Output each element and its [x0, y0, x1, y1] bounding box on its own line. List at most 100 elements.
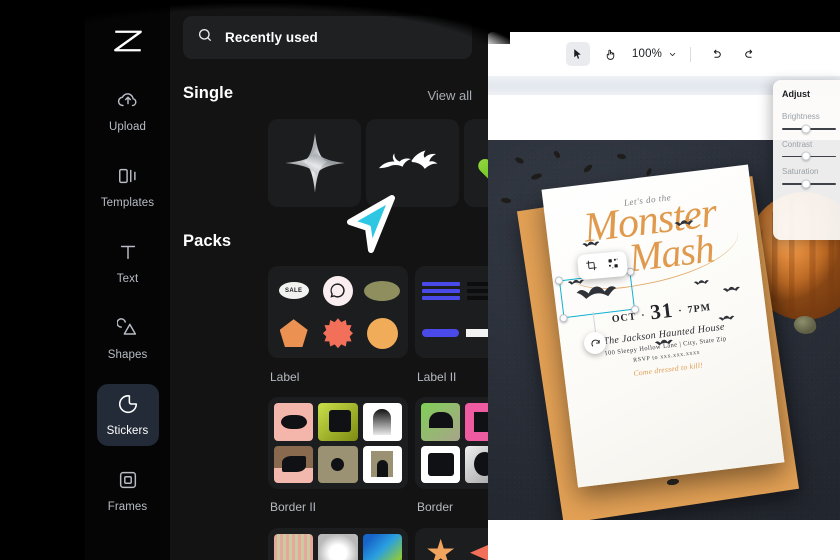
pack-thumb: [465, 445, 488, 483]
pack-thumb: [465, 403, 488, 441]
single-section-title: Single: [183, 84, 234, 102]
pack-thumb: [421, 272, 460, 310]
pack-thumb: [421, 403, 461, 441]
sidebar-item-label: Text: [116, 273, 139, 285]
adjust-panel-title: Adjust: [782, 89, 810, 99]
packs-section-header: Packs: [183, 232, 472, 251]
mouse-cursor: [340, 188, 404, 265]
pack-thumb: [318, 403, 358, 441]
sidebar-item-upload[interactable]: Upload: [97, 80, 159, 142]
hand-pan-icon[interactable]: [599, 42, 623, 66]
card-date-day: 31: [648, 297, 675, 324]
sidebar-item-frames[interactable]: Frames: [97, 460, 159, 522]
pack-thumb: [421, 315, 460, 353]
resize-handle-top-left[interactable]: [554, 276, 564, 285]
redo-icon[interactable]: [737, 42, 761, 66]
saturation-slider[interactable]: [782, 179, 836, 189]
text-icon: [117, 241, 139, 268]
shapes-icon: [115, 317, 139, 344]
pack-pattern[interactable]: [268, 528, 408, 560]
saturation-knob[interactable]: [801, 179, 811, 189]
search-input-value: Recently used: [225, 30, 318, 45]
pack-label-ii-title: Label II: [417, 370, 457, 384]
saturation-label: Saturation: [782, 167, 819, 176]
pack-thumb: [421, 445, 461, 483]
sidebar-item-label: Stickers: [106, 425, 149, 437]
brightness-slider-row: Brightness: [782, 112, 836, 134]
capcut-logo-icon[interactable]: [105, 18, 151, 64]
checkmark-icon: [477, 159, 488, 179]
pack-thumb: [363, 272, 402, 310]
cursor-select-icon[interactable]: [565, 42, 590, 66]
pack-thumb: [318, 534, 358, 560]
pack-thumb: [362, 445, 402, 483]
green-check-sticker[interactable]: [464, 119, 488, 207]
cloud-upload-icon: [117, 89, 139, 116]
pack-thumb: [318, 315, 357, 353]
search-input[interactable]: Recently used: [183, 16, 472, 59]
contrast-slider-row: Contrast: [782, 140, 836, 161]
frames-icon: [117, 469, 139, 496]
pack-label-ii[interactable]: ›: [415, 266, 488, 358]
pack-thumb: [421, 534, 460, 560]
adjust-panel[interactable]: Adjust Brightness Contrast Saturation: [773, 80, 840, 240]
undo-icon[interactable]: [704, 42, 728, 66]
pack-shapes[interactable]: [415, 528, 488, 560]
sidebar-item-label: Upload: [108, 121, 147, 133]
rotate-icon[interactable]: [584, 332, 606, 354]
screen: 100% Let's do the Monster Mash OCT · 31 …: [0, 0, 840, 560]
pack-border-ii[interactable]: [268, 397, 408, 489]
pack-thumb: SALE: [274, 272, 313, 310]
sidebar-item-stickers[interactable]: Stickers: [96, 384, 159, 446]
pack-border-title: Border: [417, 500, 454, 514]
selected-bat-sticker: [573, 282, 621, 308]
pack-border[interactable]: [415, 397, 488, 489]
four-point-star-icon: [284, 133, 345, 193]
element-quick-toolbar[interactable]: [577, 250, 628, 281]
pack-thumb: [465, 272, 488, 310]
pack-thumb: [465, 534, 488, 560]
contrast-knob[interactable]: [801, 151, 811, 161]
left-edge-mask: [0, 0, 92, 560]
pack-thumb: [274, 534, 314, 560]
card-date-sep1: ·: [640, 309, 647, 322]
sidebar-item-shapes[interactable]: Shapes: [97, 308, 159, 370]
pack-thumb: [363, 315, 402, 353]
brightness-knob[interactable]: [801, 124, 811, 134]
left-nav-rail: Upload Templates Text Shapes Stickers Fr…: [85, 0, 170, 560]
pack-border-ii-title: Border II: [270, 500, 317, 514]
brightness-label: Brightness: [782, 112, 820, 121]
templates-icon: [117, 165, 139, 192]
single-section-header: Single View all: [183, 84, 472, 103]
zoom-level-label: 100%: [631, 48, 663, 60]
packs-section-title: Packs: [183, 232, 232, 250]
pack-thumb: [465, 315, 488, 353]
pack-thumb: [274, 445, 314, 483]
pack-thumb: [274, 315, 313, 353]
pack-label-title: Label: [270, 370, 300, 384]
pack-thumb: [318, 272, 357, 310]
stickers-icon: [117, 393, 139, 420]
card-date-time: 7PM: [686, 301, 712, 316]
sidebar-item-label: Templates: [100, 197, 155, 209]
view-all-link[interactable]: View all: [427, 88, 472, 103]
sidebar-item-label: Frames: [107, 501, 148, 513]
saturation-slider-row: Saturation: [782, 167, 836, 189]
editor-footer: [487, 520, 840, 560]
remove-background-icon[interactable]: [607, 255, 620, 274]
zoom-control[interactable]: 100%: [632, 48, 677, 60]
sidebar-item-templates[interactable]: Templates: [97, 156, 159, 218]
pack-thumb: [362, 403, 402, 441]
sidebar-item-text[interactable]: Text: [97, 232, 159, 294]
crop-icon[interactable]: [585, 257, 598, 276]
bats-icon: [378, 150, 437, 169]
pack-label[interactable]: SALE: [268, 266, 408, 358]
search-icon: [197, 27, 213, 48]
contrast-slider[interactable]: [782, 151, 836, 161]
toolbar-divider: [690, 46, 692, 62]
canvas-toolbar: 100%: [487, 32, 840, 76]
pack-thumb: [274, 403, 314, 441]
pack-thumb: [362, 534, 402, 560]
brightness-slider[interactable]: [782, 124, 836, 134]
invitation-card[interactable]: Let's do the Monster Mash OCT · 31 · 7PM…: [541, 164, 785, 488]
